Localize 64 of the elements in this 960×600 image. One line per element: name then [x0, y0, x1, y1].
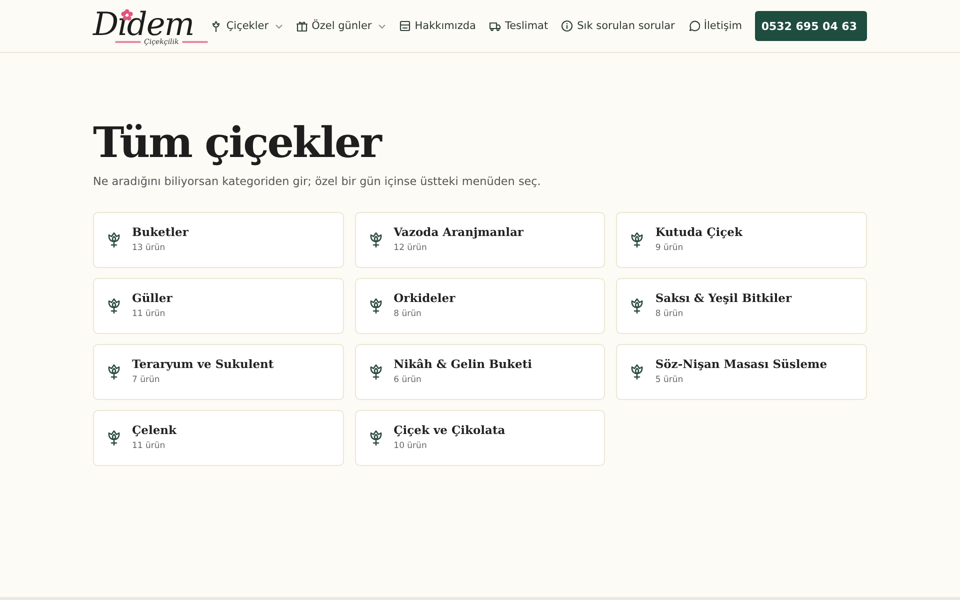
- category-name: Vazoda Aranjmanlar: [394, 225, 524, 239]
- page-title: Tüm çiçekler: [93, 117, 383, 169]
- product-count: 7 ürün: [132, 375, 161, 385]
- product-count: 13 ürün: [132, 243, 166, 253]
- caret-icon: [378, 24, 386, 28]
- category-name: Teraryum ve Sukulent: [132, 357, 274, 371]
- flower-icon: [368, 298, 383, 314]
- caret-icon: [274, 24, 283, 28]
- category-name: Orkideler: [394, 291, 456, 305]
- flower-icon: [630, 364, 644, 380]
- flower-icon: [107, 232, 121, 248]
- category-card[interactable]: Orkideler 8 ürün: [354, 278, 606, 334]
- category-name: Çelenk: [132, 423, 176, 437]
- flower-icon: [368, 232, 383, 248]
- product-count: 12 ürün: [394, 243, 428, 253]
- category-name: Söz-Nişan Masası Süsleme: [655, 357, 828, 371]
- product-count: 11 ürün: [132, 309, 166, 319]
- category-card[interactable]: Çiçek ve Çikolata 10 ürün: [354, 410, 606, 466]
- flower-icon: [210, 20, 222, 32]
- flower-icon: [630, 298, 644, 314]
- info-icon: [561, 20, 574, 32]
- chat-icon: [688, 20, 700, 32]
- flower-icon: [107, 298, 121, 314]
- category-name: Saksı & Yeşil Bitkiler: [655, 291, 792, 305]
- nav-link[interactable]: Çiçekler: [210, 20, 283, 32]
- line-ornament-icon: [182, 40, 208, 44]
- flower-icon: [107, 430, 121, 446]
- category-card[interactable]: Söz-Nişan Masası Süsleme 5 ürün: [616, 344, 867, 400]
- blossom-icon: [121, 8, 133, 20]
- category-name: Güller: [132, 291, 172, 305]
- category-card[interactable]: Teraryum ve Sukulent 7 ürün: [93, 344, 344, 400]
- nav-link[interactable]: Sık sorulan sorular: [561, 20, 675, 32]
- flower-icon: [368, 364, 383, 380]
- store-icon: [398, 20, 411, 32]
- gift-icon: [296, 20, 308, 32]
- flower-icon: [630, 232, 644, 248]
- page-subtitle: Ne aradığını biliyorsan kategoriden gir; özel bir gün içinse üstteki menüden seç.: [93, 175, 542, 188]
- nav-link[interactable]: İletişim: [688, 20, 742, 32]
- category-name: Nikâh & Gelin Buketi: [394, 357, 532, 371]
- product-count: 9 ürün: [655, 243, 684, 253]
- product-count: 8 ürün: [655, 309, 684, 319]
- category-name: Buketler: [132, 225, 188, 239]
- line-ornament-icon: [115, 40, 141, 44]
- category-card[interactable]: Kutuda Çiçek 9 ürün: [616, 212, 867, 268]
- flower-icon: [368, 430, 383, 446]
- product-count: 10 ürün: [394, 441, 428, 451]
- flower-icon: [107, 364, 121, 380]
- category-name: Kutuda Çiçek: [655, 225, 742, 239]
- nav-link[interactable]: Teslimat: [488, 20, 548, 32]
- category-card[interactable]: Nikâh & Gelin Buketi 6 ürün: [354, 344, 606, 400]
- product-count: 11 ürün: [132, 441, 166, 451]
- category-card[interactable]: Çelenk 11 ürün: [93, 410, 344, 466]
- category-card[interactable]: Güller 11 ürün: [93, 278, 344, 334]
- category-card[interactable]: Saksı & Yeşil Bitkiler 8 ürün: [616, 278, 867, 334]
- truck-icon: [488, 20, 501, 32]
- product-count: 5 ürün: [655, 375, 684, 385]
- nav-link[interactable]: Hakkımızda: [398, 20, 476, 32]
- nav-link[interactable]: Özel günler: [296, 20, 386, 32]
- category-name: Çiçek ve Çikolata: [394, 423, 506, 437]
- product-count: 8 ürün: [394, 309, 422, 319]
- product-count: 6 ürün: [394, 375, 422, 385]
- phone-button[interactable]: 0532 695 04 63: [755, 11, 867, 41]
- category-card[interactable]: Vazoda Aranjmanlar 12 ürün: [354, 212, 606, 268]
- category-card[interactable]: Buketler 13 ürün: [93, 212, 344, 268]
